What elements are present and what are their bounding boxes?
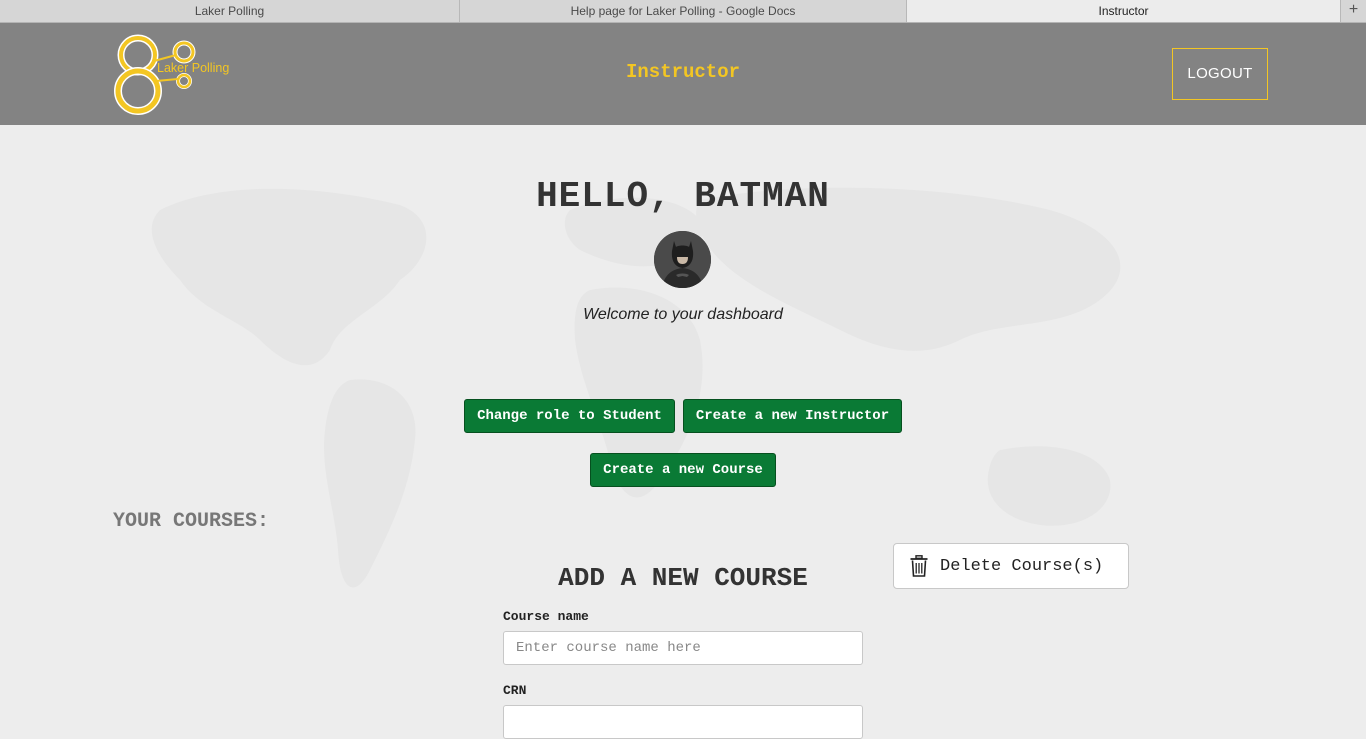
welcome-text: Welcome to your dashboard [583, 306, 783, 323]
browser-tab-laker-polling[interactable]: Laker Polling [0, 0, 460, 22]
batman-avatar-icon [654, 231, 711, 288]
crn-label: CRN [503, 683, 527, 698]
logout-button[interactable]: LOGOUT [1172, 48, 1268, 100]
course-name-label: Course name [503, 609, 589, 624]
browser-tab-bar: Laker Polling Help page for Laker Pollin… [0, 0, 1366, 23]
browser-tab-help-doc[interactable]: Help page for Laker Polling - Google Doc… [460, 0, 907, 22]
new-tab-button[interactable]: + [1341, 0, 1366, 22]
create-course-button[interactable]: Create a new Course [590, 453, 776, 487]
browser-tab-instructor[interactable]: Instructor [907, 0, 1341, 22]
course-name-input[interactable] [503, 631, 863, 665]
user-avatar [654, 231, 711, 288]
add-course-heading: ADD A NEW COURSE [558, 563, 808, 593]
crn-input[interactable] [503, 705, 863, 739]
greeting-heading: HELLO, BATMAN [536, 176, 830, 217]
page-role-title: Instructor [625, 61, 741, 83]
site-header: Laker Polling Instructor LOGOUT [0, 23, 1366, 125]
change-role-button[interactable]: Change role to Student [464, 399, 675, 433]
create-instructor-button[interactable]: Create a new Instructor [683, 399, 902, 433]
your-courses-heading: YOUR COURSES: [113, 510, 270, 533]
